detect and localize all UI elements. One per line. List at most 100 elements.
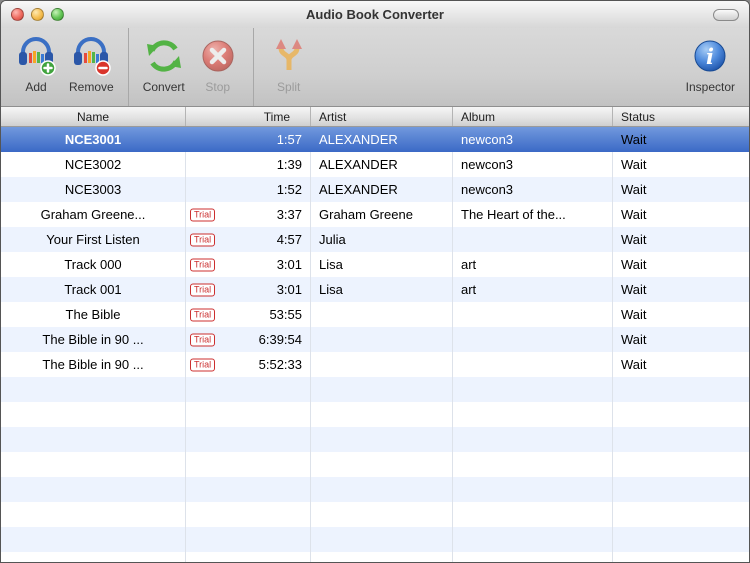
cell-artist — [311, 527, 453, 552]
table-row[interactable]: The Bible in 90 ... Trial 5:52:33 Wait — [1, 352, 749, 377]
cell-album — [453, 527, 613, 552]
column-header-artist[interactable]: Artist — [311, 107, 453, 126]
add-button-label: Add — [25, 80, 47, 94]
headphones-remove-icon — [70, 32, 112, 80]
cell-artist — [311, 302, 453, 327]
cell-album — [453, 302, 613, 327]
track-time: 3:01 — [276, 257, 302, 272]
track-time: 53:55 — [269, 307, 302, 322]
cell-album — [453, 427, 613, 452]
stop-button-label: Stop — [205, 80, 231, 94]
split-button-label: Split — [277, 80, 301, 94]
cell-artist — [311, 427, 453, 452]
cell-time: Trial 5:52:33 — [186, 352, 311, 377]
cell-artist — [311, 452, 453, 477]
cell-status — [613, 502, 749, 527]
cell-time — [186, 377, 311, 402]
toolbar-separator — [127, 28, 129, 106]
inspector-button-label: Inspector — [685, 80, 735, 94]
cell-artist: Lisa — [311, 277, 453, 302]
cell-status: Wait — [621, 307, 647, 322]
cell-status: Wait — [621, 282, 647, 297]
remove-button-label: Remove — [69, 80, 114, 94]
cell-artist: Graham Greene — [311, 202, 453, 227]
cell-name: NCE3003 — [1, 177, 186, 202]
cell-name — [1, 377, 186, 402]
table-row[interactable]: NCE3002 1:39 ALEXANDER newcon3 Wait — [1, 152, 749, 177]
toolbar-toggle-button[interactable] — [713, 9, 739, 21]
trial-badge: Trial — [190, 258, 216, 271]
add-button[interactable]: Add — [9, 28, 63, 106]
cell-time: 1:39 — [186, 152, 311, 177]
trial-badge: Trial — [190, 358, 216, 371]
trial-badge: Trial — [190, 308, 216, 321]
column-header-status[interactable]: Status — [613, 107, 749, 126]
cell-album — [453, 352, 613, 377]
convert-button[interactable]: Convert — [137, 28, 191, 106]
cell-album — [453, 452, 613, 477]
cell-artist — [311, 552, 453, 562]
cell-status — [613, 452, 749, 477]
cell-album — [453, 227, 613, 252]
cell-name: Track 000 — [1, 252, 186, 277]
app-window: Audio Book Converter Add Remove Convert … — [0, 0, 750, 563]
cell-artist: ALEXANDER — [311, 177, 453, 202]
column-header-time[interactable]: Time — [186, 107, 311, 126]
track-list: NCE3001 1:57 ALEXANDER newcon3 Wait NCE3002 1:… — [1, 127, 749, 562]
table-row[interactable]: NCE3001 1:57 ALEXANDER newcon3 Wait — [1, 127, 749, 152]
cell-status: Wait — [621, 207, 647, 222]
column-header-album[interactable]: Album — [453, 107, 613, 126]
zoom-button-icon[interactable] — [51, 8, 64, 21]
cell-name — [1, 477, 186, 502]
cell-time: Trial 53:55 — [186, 302, 311, 327]
cell-name: Graham Greene... — [1, 202, 186, 227]
cell-artist — [311, 502, 453, 527]
inspector-button[interactable]: i Inspector — [680, 28, 741, 106]
headphones-add-icon — [15, 32, 57, 80]
table-row[interactable]: The Bible in 90 ... Trial 6:39:54 Wait — [1, 327, 749, 352]
table-filler-row — [1, 477, 749, 502]
close-button-icon[interactable] — [11, 8, 24, 21]
cell-name: The Bible in 90 ... — [1, 352, 186, 377]
track-time: 4:57 — [276, 232, 302, 247]
cell-name — [1, 402, 186, 427]
table-filler-row — [1, 427, 749, 452]
cell-artist: ALEXANDER — [319, 132, 398, 147]
table-row[interactable]: Your First Listen Trial 4:57 Julia Wait — [1, 227, 749, 252]
cell-name: NCE3001 — [64, 132, 122, 147]
minimize-button-icon[interactable] — [31, 8, 44, 21]
cell-name — [1, 427, 186, 452]
cell-time — [186, 552, 311, 562]
track-time: 1:57 — [276, 132, 302, 147]
column-header-name[interactable]: Name — [1, 107, 186, 126]
track-time: 3:37 — [276, 207, 302, 222]
table-row[interactable]: The Bible Trial 53:55 Wait — [1, 302, 749, 327]
convert-icon — [143, 32, 185, 80]
cell-time: Trial 4:57 — [186, 227, 311, 252]
track-time: 6:39:54 — [258, 332, 302, 347]
cell-album: art — [453, 277, 613, 302]
track-time: 1:39 — [276, 157, 302, 172]
cell-album: The Heart of the... — [453, 202, 613, 227]
convert-button-label: Convert — [142, 80, 185, 94]
toolbar-separator — [252, 28, 254, 106]
cell-name: The Bible — [1, 302, 186, 327]
remove-button[interactable]: Remove — [63, 28, 120, 106]
stop-button[interactable]: Stop — [191, 28, 245, 106]
table-row[interactable]: Track 000 Trial 3:01 Lisa art Wait — [1, 252, 749, 277]
cell-name: NCE3002 — [1, 152, 186, 177]
split-icon — [268, 32, 310, 80]
table-filler-row — [1, 377, 749, 402]
cell-time — [186, 452, 311, 477]
table-row[interactable]: Graham Greene... Trial 3:37 Graham Greene Th… — [1, 202, 749, 227]
table-row[interactable]: Track 001 Trial 3:01 Lisa art Wait — [1, 277, 749, 302]
trial-badge: Trial — [190, 283, 216, 296]
cell-status: Wait — [621, 132, 647, 147]
cell-name — [1, 552, 186, 562]
table-row[interactable]: NCE3003 1:52 ALEXANDER newcon3 Wait — [1, 177, 749, 202]
split-button[interactable]: Split — [262, 28, 316, 106]
cell-artist — [311, 352, 453, 377]
cell-artist — [311, 327, 453, 352]
window-controls — [11, 8, 64, 21]
